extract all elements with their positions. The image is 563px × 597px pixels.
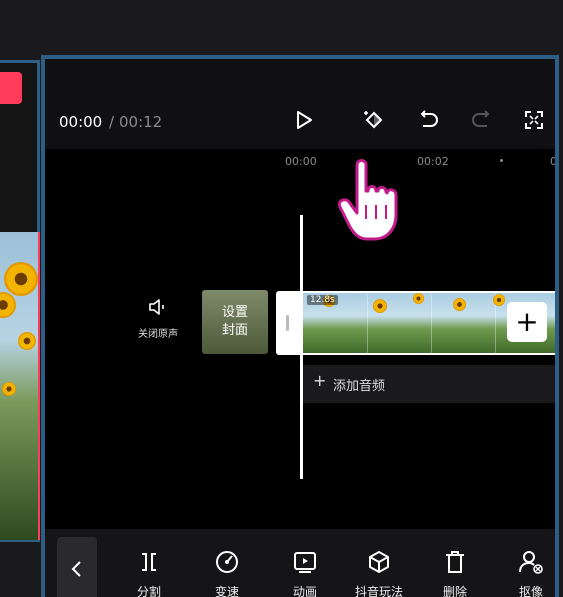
ruler-tick: 00:02 — [417, 155, 449, 168]
red-badge — [0, 72, 22, 104]
speed-icon — [216, 551, 238, 573]
tool-split[interactable]: 分割 — [119, 547, 179, 597]
play-button[interactable] — [291, 107, 317, 133]
redo-icon — [472, 110, 490, 127]
mute-label: 关闭原声 — [138, 329, 178, 340]
add-audio-plus-icon: + — [313, 371, 327, 390]
split-icon — [142, 553, 156, 571]
set-cover-button[interactable]: 设置封面 — [202, 290, 268, 354]
effects-cube-icon — [369, 551, 389, 573]
ruler-dot — [500, 159, 503, 162]
tool-label: 抠像 — [518, 585, 543, 597]
back-button[interactable] — [57, 537, 97, 597]
tool-label: 分割 — [136, 585, 161, 597]
redo-button[interactable] — [469, 107, 495, 133]
tool-delete[interactable]: 删除 — [425, 547, 485, 597]
hand-pointer-icon — [337, 159, 398, 241]
editor-phone-screen: 00:00 / 00:12 00:00 00:02 0 关闭原声 设置封面 12… — [41, 55, 559, 597]
set-cover-label: 设置封面 — [221, 305, 248, 338]
play-icon — [297, 111, 312, 129]
chevron-left-icon — [71, 561, 81, 577]
tool-animation[interactable]: 动画 — [275, 547, 335, 597]
speaker-icon — [149, 299, 164, 315]
delete-icon — [446, 551, 464, 573]
tool-label: 抖音玩法 — [354, 585, 403, 597]
cutout-icon — [519, 551, 543, 574]
tool-speed[interactable]: 变速 — [197, 547, 257, 597]
undo-icon — [420, 110, 438, 127]
tool-effects[interactable]: 抖音玩法 — [349, 547, 409, 597]
clip-trim-handle[interactable] — [276, 291, 302, 355]
mute-original-audio-button[interactable]: 关闭原声 — [123, 297, 193, 340]
undo-button[interactable] — [415, 107, 441, 133]
animation-icon — [294, 552, 316, 573]
ruler-tick: 0 — [550, 155, 557, 168]
tool-label: 删除 — [442, 585, 467, 597]
playhead[interactable] — [300, 215, 303, 479]
keyframe-button[interactable] — [361, 107, 387, 133]
time-separator: / — [109, 113, 115, 131]
trim-handle-grip — [286, 315, 289, 331]
keyframe-icon — [364, 111, 383, 129]
player-toolbar — [45, 59, 555, 149]
fullscreen-button[interactable] — [521, 107, 547, 133]
add-clip-button[interactable]: + — [507, 302, 547, 342]
tool-label: 变速 — [214, 585, 239, 597]
clip-duration-badge: 12.8s — [307, 295, 338, 305]
tool-cutout[interactable]: 抠像 — [501, 547, 555, 597]
total-time: 00:12 — [119, 113, 163, 131]
tool-label: 动画 — [292, 585, 317, 597]
ruler-tick: 00:00 — [285, 155, 317, 168]
add-audio-label: 添加音频 — [333, 379, 386, 394]
current-time: 00:00 — [59, 113, 103, 131]
flower-photo-thumbnail — [0, 232, 40, 540]
fullscreen-icon — [525, 111, 543, 129]
